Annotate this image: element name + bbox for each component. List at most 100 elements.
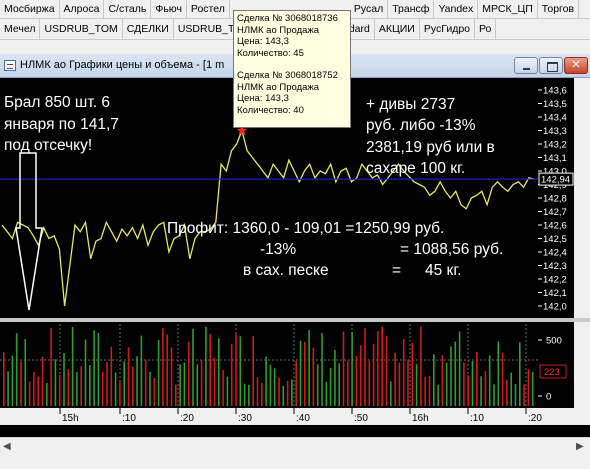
time-tick-label: 16h [412, 413, 429, 424]
price-tick-label: 142,2 [543, 275, 567, 286]
volume-bar [329, 367, 332, 406]
annotation-right-2: руб. либо -13% [366, 117, 476, 134]
volume-bar [179, 364, 181, 406]
volume-bar [334, 350, 336, 406]
tab-tabs_row2-1[interactable]: USDRUB_TOM [40, 19, 123, 39]
volume-bar [424, 376, 426, 406]
tooltip-deal2-side: НЛМК ао Продажа [237, 81, 320, 93]
volume-bar [192, 328, 194, 406]
chart-window-icon [4, 60, 16, 71]
volume-bar [484, 371, 487, 406]
annotation-left-2: января по 141,7 [4, 116, 119, 133]
profit-percent-value: = 1088,56 руб. [400, 241, 504, 258]
volume-bar [33, 371, 35, 406]
volume-bar [488, 355, 491, 406]
tab-tabs_row2-7[interactable]: РусГидро [420, 19, 476, 39]
tab-tabs_row1-7[interactable]: Трансф [388, 0, 435, 18]
right-scrollbar-lower [574, 322, 590, 408]
volume-bar [256, 377, 259, 406]
volume-bar [67, 369, 70, 406]
volume-bar [239, 336, 242, 406]
right-scrollbar-upper [574, 78, 590, 318]
price-tick-label: 142,8 [543, 194, 567, 205]
volume-bar [347, 360, 349, 406]
volume-bar [368, 361, 371, 406]
volume-bar [476, 351, 478, 406]
minimize-button[interactable] [514, 57, 538, 74]
volume-bar [295, 361, 297, 406]
volume-bar [523, 384, 525, 406]
tab-tabs_row2-8[interactable]: Ро [475, 19, 497, 39]
maximize-button[interactable] [539, 57, 563, 74]
price-tick-label: 143,2 [543, 140, 567, 151]
scroll-right-arrow-icon[interactable]: ▶ [576, 441, 584, 452]
time-tick-label: :40 [296, 413, 310, 424]
annotation-right-1: + дивы 2737 [366, 96, 456, 113]
volume-bar [76, 372, 78, 406]
price-tick-label: 143,3 [543, 126, 567, 137]
volume-bar [261, 382, 263, 406]
volume-bar [308, 330, 310, 406]
volume-bar [450, 346, 452, 406]
time-tick-label: :50 [354, 413, 368, 424]
volume-bar [153, 378, 156, 406]
tab-tabs_row1-3[interactable]: Фьюч [151, 0, 187, 18]
price-tick-label: 143,6 [543, 86, 567, 97]
tooltip-deal1-side: НЛМК ао Продажа [237, 24, 320, 36]
tab-tabs_row1-0[interactable]: Мосбиржа [0, 0, 60, 18]
horizontal-scrollbar[interactable]: ◀ ▶ [0, 437, 590, 454]
volume-bar [230, 344, 233, 406]
tab-tabs_row2-0[interactable]: Мечел [0, 19, 41, 39]
scroll-left-arrow-icon[interactable]: ◀ [3, 441, 11, 452]
tab-tabs_row1-8[interactable]: Yandex [434, 0, 479, 18]
tooltip-deal2-id: Сделка № 3068018752 [237, 70, 338, 81]
price-tick-label: 142,0 [543, 302, 567, 313]
close-button[interactable]: ✕ [564, 57, 588, 74]
volume-bar [338, 363, 340, 406]
profit-sugar-value: 45 кг. [425, 262, 462, 279]
volume-bar [372, 343, 375, 406]
volume-bar [398, 362, 401, 406]
volume-bar [209, 333, 211, 406]
volume-bar [428, 375, 431, 406]
tab-tabs_row1-10[interactable]: Торгов [538, 0, 580, 18]
annotation-left-1: Брал 850 шт. 6 [4, 94, 110, 111]
volume-bar [321, 333, 323, 406]
profit-sugar-eq: = [392, 262, 402, 279]
volume-bar [183, 362, 186, 406]
price-tick-label: 143,1 [543, 153, 567, 164]
volume-bar [170, 347, 173, 406]
volume-bar [493, 384, 495, 406]
volume-bar [433, 354, 435, 406]
tab-tabs_row1-4[interactable]: Ростел [187, 0, 230, 18]
volume-bar [248, 384, 250, 406]
volume-bar [304, 341, 306, 406]
volume-bar [342, 331, 345, 406]
volume-bar [166, 334, 168, 406]
volume-bar [415, 363, 418, 406]
volume-bar [351, 332, 353, 406]
volume-bar [467, 375, 469, 406]
volume-bar [101, 371, 104, 406]
tab-tabs_row1-1[interactable]: Алроса [60, 0, 105, 18]
volume-bar [28, 381, 31, 406]
volume-bar [226, 376, 229, 406]
deal-tooltip: Сделка № 3068018736 НЛМК ао Продажа Цена… [233, 10, 351, 128]
volume-bar [106, 361, 108, 406]
tab-tabs_row1-2[interactable]: С/сталь [104, 0, 152, 18]
volume-bar [196, 364, 199, 406]
volume-bar [299, 340, 302, 406]
volume-bar [187, 341, 190, 406]
volume-bar [15, 333, 18, 406]
tab-tabs_row1-6[interactable]: Русал [350, 0, 389, 18]
tab-tabs_row2-2[interactable]: СДЕЛКИ [123, 19, 174, 39]
volume-bar [359, 345, 362, 406]
volume-bar [93, 330, 95, 406]
volume-bar [140, 335, 143, 406]
volume-bar [37, 376, 39, 406]
tab-tabs_row2-6[interactable]: АКЦИИ [375, 19, 420, 39]
volume-bar [97, 333, 100, 406]
volume-bar [157, 340, 160, 406]
volume-bar [213, 357, 216, 406]
tab-tabs_row1-9[interactable]: МРСК_ЦП [478, 0, 538, 18]
